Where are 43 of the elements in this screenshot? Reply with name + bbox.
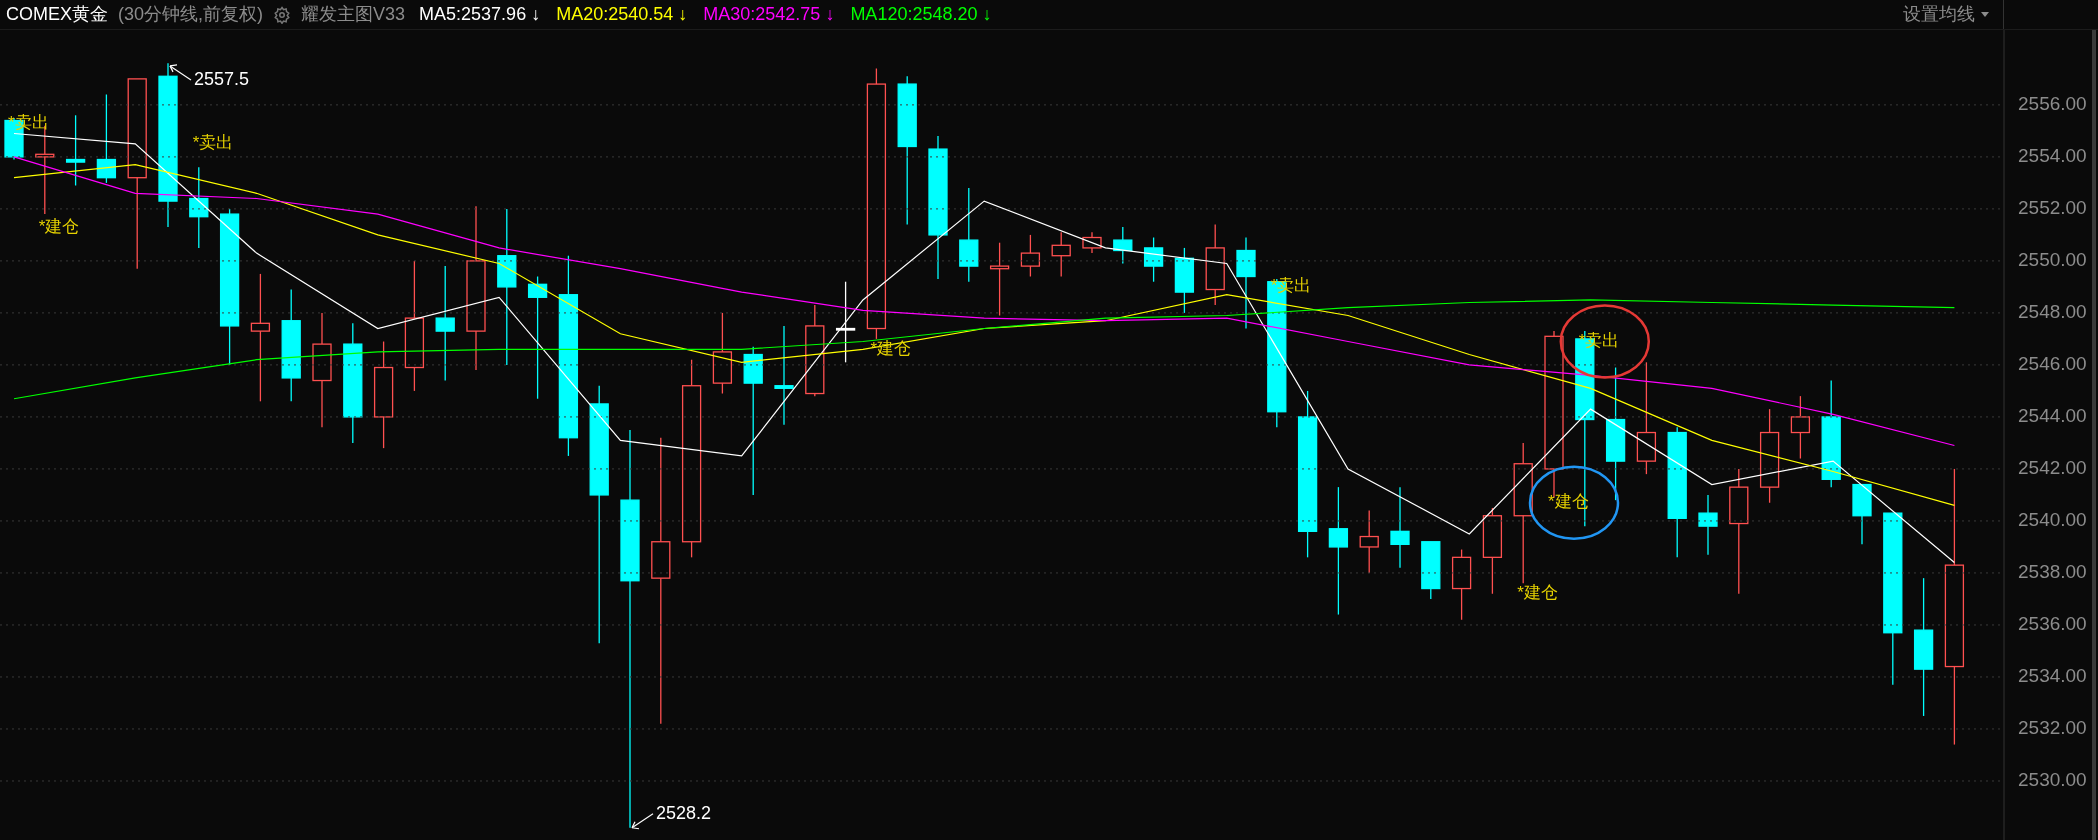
candlestick	[1082, 231, 1102, 254]
indicator-label: 耀发主图V33	[301, 3, 406, 26]
symbol-title: COMEX黄金	[6, 3, 108, 26]
axis-tick-label: 2548.00	[2018, 300, 2087, 322]
moving-average-value: MA20:2540.54 ↓	[556, 3, 688, 26]
moving-average-settings-menu[interactable]: 设置均线	[1903, 1, 1989, 28]
axis-tick-label: 2532.00	[2018, 717, 2087, 738]
candlestick	[1020, 234, 1041, 278]
settings-icon[interactable]	[273, 5, 292, 24]
moving-average-value: MA30:2542.75 ↓	[703, 3, 835, 26]
signal-label: *建仓	[38, 216, 80, 236]
signal-label: *卖出	[192, 133, 234, 153]
moving-average-value: MA5:2537.96 ↓	[419, 3, 541, 26]
candlestick	[1852, 483, 1872, 545]
candlestick	[1698, 494, 1718, 556]
axis-tick-label: 2544.00	[2018, 404, 2087, 426]
axis-tick-label: 2538.00	[2018, 560, 2087, 582]
pointer-arrow	[631, 813, 654, 830]
candlestick	[1421, 541, 1441, 600]
candlestick	[1790, 395, 1811, 460]
axis-tick-label: 2542.00	[2018, 456, 2087, 478]
axis-tick-label: 2550.00	[2018, 248, 2087, 270]
period-label: (30分钟线,前复权)	[118, 3, 264, 26]
axis-tick-label: 2540.00	[2018, 508, 2087, 530]
axis-tick-label: 2554.00	[2018, 144, 2087, 166]
candlestick	[1143, 236, 1164, 283]
axis-tick-label: 2552.00	[2018, 196, 2087, 218]
moving-average-value: MA120:2548.20 ↓	[850, 3, 992, 26]
price-label: 2557.5	[194, 68, 250, 89]
scrollbar[interactable]	[2092, 30, 2096, 840]
caret-icon	[1981, 12, 1989, 17]
pointer-arrow	[169, 64, 192, 81]
axis-tick-label: 2546.00	[2018, 352, 2087, 374]
candlestick	[1359, 509, 1379, 574]
axis-tick-label: 2536.00	[2018, 612, 2087, 634]
axis-tick-label: 2534.00	[2018, 665, 2087, 686]
candlestick	[1113, 226, 1133, 265]
axis-tick-label: 2556.00	[2018, 92, 2087, 114]
candlestick	[1051, 231, 1071, 278]
signal-label: *建仓	[1517, 583, 1558, 603]
price-label: 2528.2	[656, 802, 712, 823]
candlestick	[1174, 247, 1195, 314]
axis-tick-label: 2530.00	[2018, 769, 2087, 790]
